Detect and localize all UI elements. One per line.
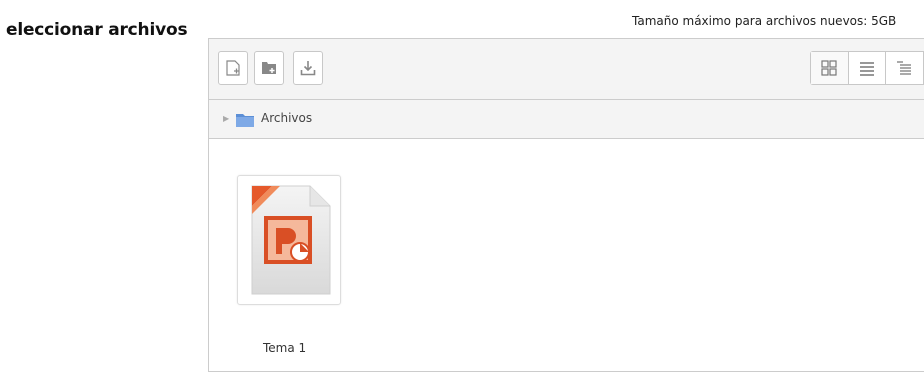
view-icons-button[interactable] <box>811 52 849 84</box>
create-folder-button[interactable] <box>254 51 284 85</box>
file-add-icon <box>226 60 240 76</box>
download-icon <box>300 61 316 76</box>
breadcrumb: ▶ Archivos <box>209 100 924 139</box>
expand-arrow-icon[interactable]: ▶ <box>223 114 229 123</box>
file-name[interactable]: Tema 1 <box>263 341 306 355</box>
view-tree-button[interactable] <box>886 52 924 84</box>
list-view-icon <box>859 62 874 76</box>
grid-view-icon <box>821 60 837 76</box>
tree-view-icon <box>897 61 912 75</box>
file-picker: ▶ Archivos Tema 1 <box>208 38 924 372</box>
file-thumbnail[interactable] <box>237 175 341 305</box>
max-size-note: Tamaño máximo para archivos nuevos: 5GB <box>632 14 897 28</box>
download-all-button[interactable] <box>293 51 323 85</box>
view-list-button[interactable] <box>849 52 887 84</box>
file-picker-toolbar <box>209 39 924 100</box>
folder-create-icon <box>262 62 276 74</box>
add-file-button[interactable] <box>218 51 248 85</box>
powerpoint-file-icon <box>251 185 331 295</box>
view-mode-switcher <box>810 51 924 85</box>
file-field-label: eleccionar archivos <box>6 20 188 40</box>
breadcrumb-item-archivos[interactable]: Archivos <box>261 111 312 125</box>
file-name-overflow <box>253 360 323 371</box>
folder-icon <box>236 114 254 127</box>
